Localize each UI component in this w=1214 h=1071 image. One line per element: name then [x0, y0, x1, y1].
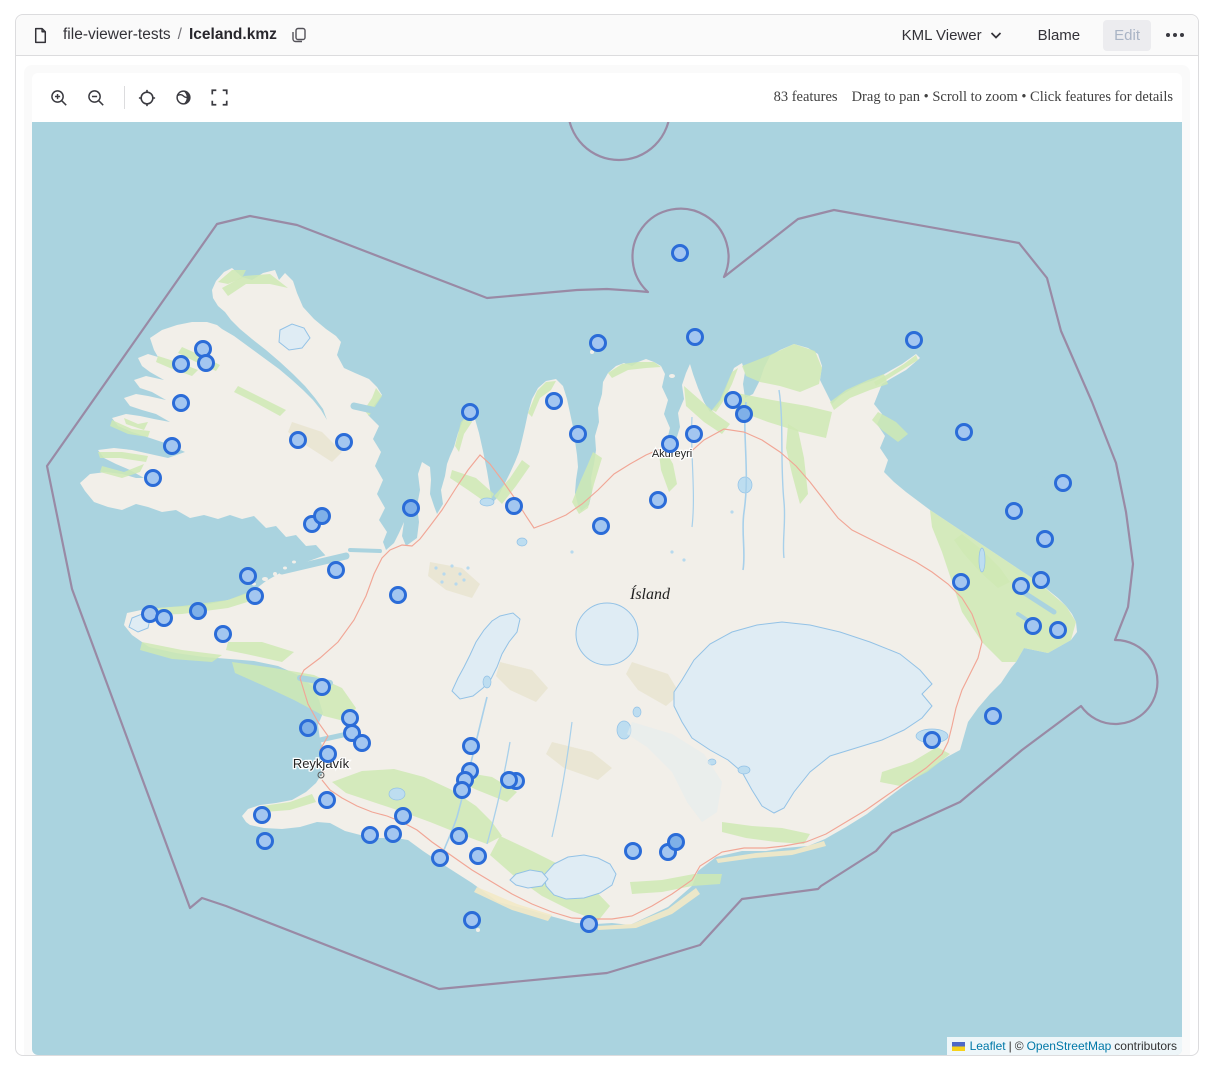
svg-text:Ísland: Ísland	[629, 584, 671, 603]
